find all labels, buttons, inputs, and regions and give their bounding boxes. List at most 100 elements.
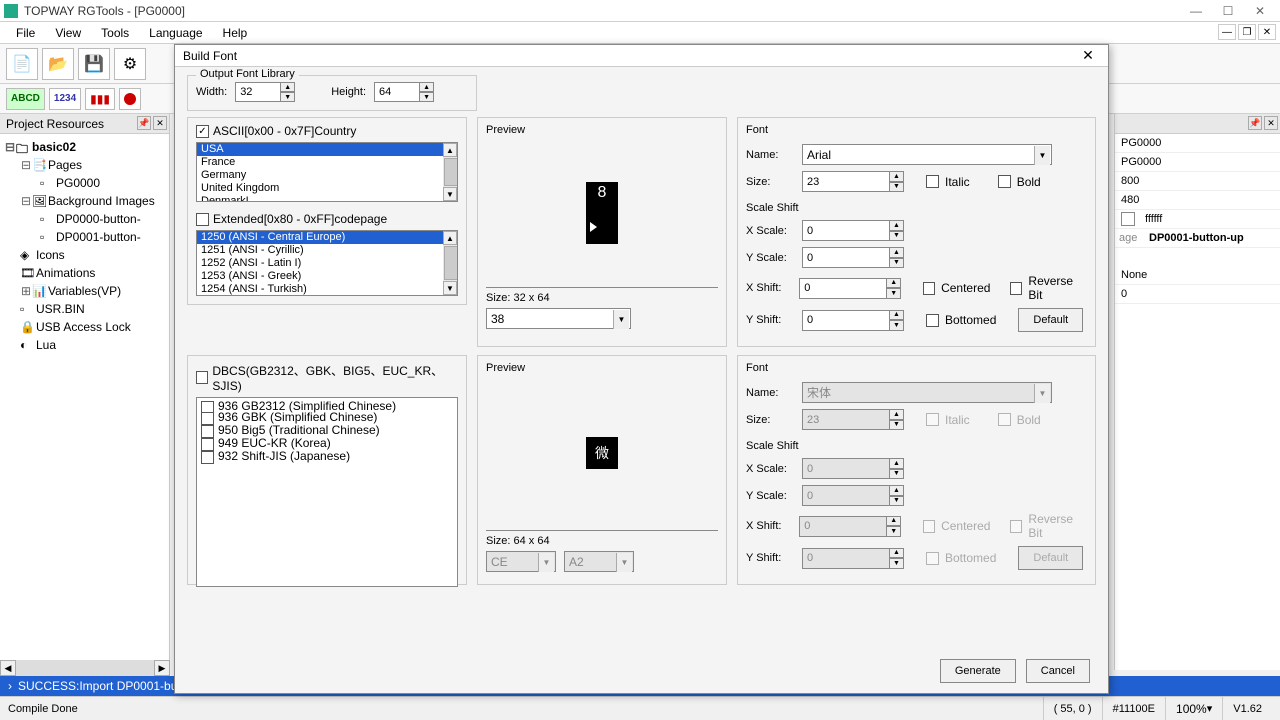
list-item[interactable]: Germany — [197, 169, 457, 182]
tree-usb[interactable]: USB Access Lock — [36, 320, 131, 334]
font1-name-combo[interactable]: Arial▼ — [802, 144, 1052, 165]
font1-size-spinner[interactable]: ▲▼ — [802, 171, 904, 192]
tree-bg[interactable]: Background Images — [48, 194, 155, 208]
tree-usrbin[interactable]: USR.BIN — [36, 302, 85, 316]
yshift1[interactable]: ▲▼ — [802, 310, 904, 331]
preview2-glyph: 微 — [586, 437, 618, 469]
preview1-glyph: 8 — [586, 182, 618, 244]
tree-hscroll[interactable]: ◀ ▶ — [0, 660, 170, 676]
bold1-checkbox[interactable] — [998, 175, 1011, 188]
ascii-listbox[interactable]: USA France Germany United Kingdom Denmar… — [196, 142, 458, 202]
close-button[interactable]: ✕ — [1244, 1, 1276, 21]
app-title: TOPWAY RGTools - [PG0000] — [24, 4, 1180, 18]
mdi-restore[interactable]: ❐ — [1238, 24, 1256, 40]
ext-listbox[interactable]: 1250 (ANSI - Central Europe) 1251 (ANSI … — [196, 230, 458, 296]
scroll-right[interactable]: ▶ — [154, 660, 170, 676]
tree-dp0[interactable]: DP0000-button- — [56, 212, 141, 226]
italic1-checkbox[interactable] — [926, 175, 939, 188]
prop-chk[interactable] — [1121, 212, 1135, 226]
xscale1[interactable]: ▲▼ — [802, 220, 904, 241]
tree-icons[interactable]: Icons — [36, 248, 65, 262]
tree-anim[interactable]: Animations — [36, 266, 95, 280]
scaleshift1-label: Scale Shift — [746, 202, 1087, 214]
list-item[interactable]: 1253 (ANSI - Greek) — [197, 270, 457, 283]
list-item[interactable]: United Kingdom — [197, 182, 457, 195]
list-item[interactable]: USA — [197, 143, 457, 156]
width-spinner[interactable]: ▲▼ — [235, 82, 295, 102]
n1234-button[interactable]: 1234 — [49, 88, 81, 110]
list-item[interactable]: 1254 (ANSI - Turkish) — [197, 283, 457, 296]
settings-button[interactable]: ⚙ — [114, 48, 146, 80]
mdi-close[interactable]: ✕ — [1258, 24, 1276, 40]
open-button[interactable]: 📂 — [42, 48, 74, 80]
titlebar: TOPWAY RGTools - [PG0000] — ☐ ✕ — [0, 0, 1280, 22]
yscale1[interactable]: ▲▼ — [802, 247, 904, 268]
status-version: V1.62 — [1222, 697, 1272, 720]
dialog-close[interactable]: ✕ — [1076, 47, 1100, 65]
dialog-title: Build Font — [183, 49, 1076, 63]
ascii-checkbox[interactable] — [196, 125, 209, 138]
list-item[interactable]: DenmarkI — [197, 195, 457, 202]
list-item[interactable]: 1250 (ANSI - Central Europe) — [197, 231, 457, 244]
build-font-dialog: Build Font ✕ Output Font Library Width: … — [174, 44, 1109, 694]
project-tree[interactable]: ⊟🗀basic02 ⊟📑Pages ▫PG0000 ⊟🖼Background I… — [0, 134, 169, 358]
xshift1[interactable]: ▲▼ — [799, 278, 901, 299]
italic2-checkbox — [926, 413, 939, 426]
list-item[interactable]: France — [197, 156, 457, 169]
menu-language[interactable]: Language — [139, 24, 212, 42]
prop-header: 📌✕ — [1115, 114, 1280, 134]
list-item[interactable]: 1251 (ANSI - Cyrillic) — [197, 244, 457, 257]
menu-tools[interactable]: Tools — [91, 24, 139, 42]
height-spinner[interactable]: ▲▼ — [374, 82, 434, 102]
save-button[interactable]: 💾 — [78, 48, 110, 80]
menu-file[interactable]: File — [6, 24, 45, 42]
maximize-button[interactable]: ☐ — [1212, 1, 1244, 21]
menu-view[interactable]: View — [45, 24, 91, 42]
generate-button[interactable]: Generate — [940, 659, 1016, 683]
default1-button[interactable]: Default — [1018, 308, 1083, 332]
tree-pg0000[interactable]: PG0000 — [56, 176, 100, 190]
reversebit1-checkbox[interactable] — [1010, 282, 1022, 295]
prop-val-8: 0 — [1115, 288, 1280, 300]
tree-lua[interactable]: Lua — [36, 338, 56, 352]
ext-label: Extended[0x80 - 0xFF]codepage — [213, 212, 387, 226]
dbcs-listbox[interactable]: 936 GB2312 (Simplified Chinese) 936 GBK … — [196, 397, 458, 587]
properties-panel: 📌✕ PG0000 PG0000 800 480 ffffff ageDP000… — [1114, 114, 1280, 670]
abcd-button[interactable]: ABCD — [6, 88, 45, 110]
preview1-combo[interactable]: 38▼ — [486, 308, 631, 329]
yshift2: ▲▼ — [802, 548, 904, 569]
tree-pages[interactable]: Pages — [48, 158, 82, 172]
mdi-minimize[interactable]: — — [1218, 24, 1236, 40]
cancel-button[interactable]: Cancel — [1026, 659, 1090, 683]
new-button[interactable]: 📄 — [6, 48, 38, 80]
centered1-checkbox[interactable] — [923, 282, 935, 295]
bars-button[interactable]: ▮▮▮ — [85, 88, 115, 110]
dbcs-checkbox[interactable] — [196, 371, 208, 384]
tree-dp1[interactable]: DP0001-button- — [56, 230, 141, 244]
xscale2: ▲▼ — [802, 458, 904, 479]
prop-close[interactable]: ✕ — [1264, 116, 1278, 130]
status-coords: ( 55, 0 ) — [1043, 697, 1102, 720]
prop-pin[interactable]: 📌 — [1248, 116, 1262, 130]
ext-checkbox[interactable] — [196, 213, 209, 226]
status-compile: Compile Done — [8, 703, 1043, 715]
panel-close[interactable]: ✕ — [153, 116, 167, 130]
app-icon — [4, 4, 18, 18]
record-button[interactable] — [119, 88, 141, 110]
scroll-left[interactable]: ◀ — [0, 660, 16, 676]
status-color: #11100E — [1102, 697, 1165, 720]
panel-title: Project Resources — [6, 117, 104, 131]
tree-vars[interactable]: Variables(VP) — [48, 284, 121, 298]
bottomed1-checkbox[interactable] — [926, 314, 939, 327]
list-item[interactable]: 1252 (ANSI - Latin I) — [197, 257, 457, 270]
prop-val-4: 480 — [1115, 194, 1280, 206]
status-zoom[interactable]: 100% ▾ — [1165, 697, 1222, 720]
project-resources-panel: Project Resources 📌✕ ⊟🗀basic02 ⊟📑Pages ▫… — [0, 114, 170, 670]
preview2-size: Size: 64 x 64 — [486, 535, 718, 547]
preview1-label: Preview — [486, 124, 718, 136]
pin-icon[interactable]: 📌 — [137, 116, 151, 130]
menu-help[interactable]: Help — [213, 24, 258, 42]
font1-label: Font — [746, 124, 1087, 136]
minimize-button[interactable]: — — [1180, 1, 1212, 21]
tree-root[interactable]: basic02 — [32, 140, 76, 154]
